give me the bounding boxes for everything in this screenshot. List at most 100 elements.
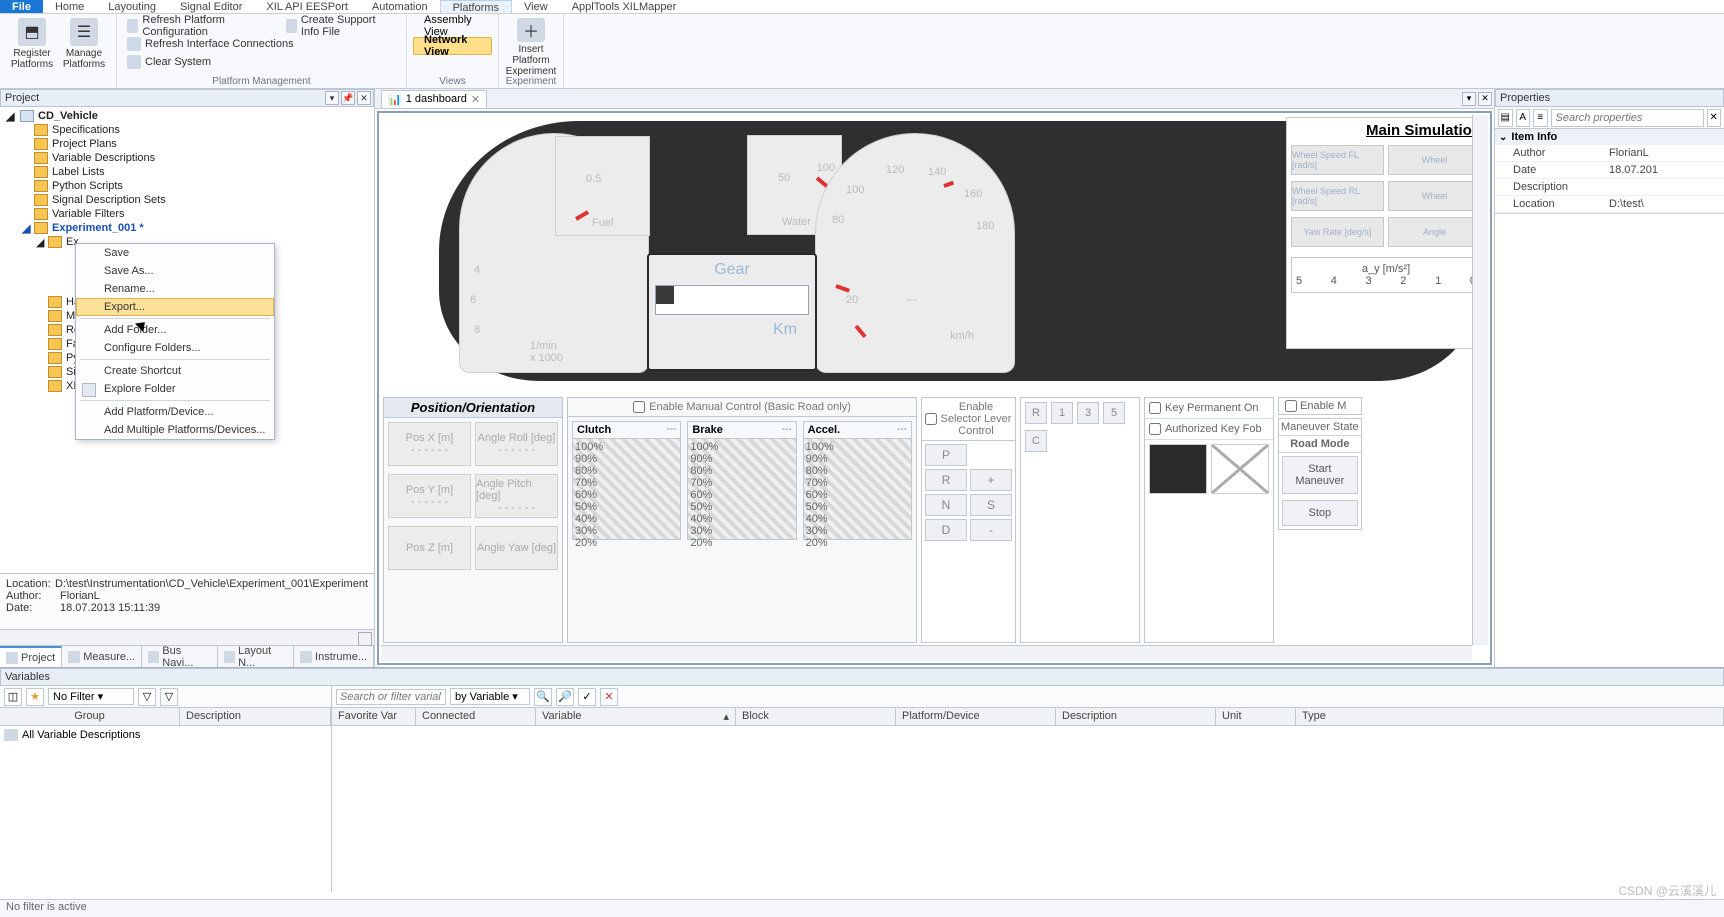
ctx-save[interactable]: Save	[76, 244, 274, 262]
gear-r-button[interactable]: R	[925, 469, 967, 491]
tree-specifications[interactable]: Specifications	[2, 123, 372, 137]
stop-maneuver-button[interactable]: Stop	[1282, 500, 1358, 526]
variables-grid-body[interactable]	[332, 726, 1724, 892]
start-maneuver-button[interactable]: Start Maneuver	[1282, 456, 1358, 494]
manage-platforms-button[interactable]: ☰Manage Platforms	[58, 16, 110, 76]
ctx-configure-folders[interactable]: Configure Folders...	[76, 339, 274, 357]
ctx-create-shortcut[interactable]: Create Shortcut	[76, 362, 274, 380]
ctx-export[interactable]: Export...	[76, 298, 274, 316]
var-find2-icon[interactable]: 🔎	[556, 688, 574, 706]
menu-home[interactable]: Home	[43, 0, 96, 13]
var-funnel2-icon[interactable]: ▽	[160, 688, 178, 706]
col-type[interactable]: Type	[1296, 708, 1724, 725]
refresh-interface-button[interactable]: Refresh Interface Connections	[123, 36, 400, 52]
tab-measure[interactable]: Measure...	[62, 646, 142, 667]
tab-dashboard[interactable]: 📊1 dashboard✕	[381, 90, 487, 108]
var-search-input[interactable]	[336, 689, 446, 705]
var-tree-icon[interactable]: ◫	[4, 688, 22, 706]
col-fav[interactable]: Favorite Var	[332, 708, 416, 725]
tab-layout[interactable]: Layout N...	[218, 646, 294, 667]
col-desc[interactable]: Description	[180, 708, 331, 725]
enable-selector-checkbox[interactable]	[925, 413, 937, 425]
register-platforms-button[interactable]: ⬒Register Platforms	[6, 16, 58, 76]
doctab-dropdown-icon[interactable]: ▾	[1462, 92, 1476, 106]
gear-r2-button[interactable]: R	[1025, 402, 1047, 424]
prop-expand-icon[interactable]: ≡	[1533, 109, 1548, 127]
project-hscroll[interactable]	[0, 629, 374, 645]
tree-python-scripts[interactable]: Python Scripts	[2, 179, 372, 193]
brake-pedal[interactable]: Brake---100%90%80%70%60%50%40%30%20%	[687, 421, 796, 540]
gear-minus-button[interactable]: -	[970, 519, 1012, 541]
menu-layouting[interactable]: Layouting	[96, 0, 168, 13]
col-block[interactable]: Block	[736, 708, 896, 725]
ctx-rename[interactable]: Rename...	[76, 280, 274, 298]
col-unit[interactable]: Unit	[1216, 708, 1296, 725]
dashboard-viewport[interactable]: 0.5 Fuel 4 6 8 1/min x 1000 100 50 Water	[375, 109, 1494, 667]
gear-s-button[interactable]: S	[970, 494, 1012, 516]
filter-dropdown[interactable]: No Filter ▾	[48, 688, 134, 705]
prop-clear-icon[interactable]: ✕	[1707, 109, 1722, 127]
gear-1-button[interactable]: 1	[1051, 402, 1073, 424]
menu-platforms[interactable]: Platforms	[440, 0, 512, 13]
tree-root[interactable]: ◢CD_Vehicle	[2, 109, 372, 123]
col-description[interactable]: Description	[1056, 708, 1216, 725]
ctx-add-platform[interactable]: Add Platform/Device...	[76, 403, 274, 421]
ctx-add-folder[interactable]: Add Folder...	[76, 321, 274, 339]
panel-pin-icon[interactable]: 📌	[341, 91, 355, 105]
network-view-button[interactable]: Network View	[413, 37, 492, 55]
gear-p-button[interactable]: P	[925, 444, 967, 466]
enable-manual-checkbox[interactable]	[633, 401, 645, 413]
gear-5-button[interactable]: 5	[1103, 402, 1125, 424]
var-clear-icon[interactable]: ✕	[600, 688, 618, 706]
col-connected[interactable]: Connected	[416, 708, 536, 725]
prop-sort-icon[interactable]: A	[1516, 109, 1531, 127]
menu-automation[interactable]: Automation	[360, 0, 440, 13]
menu-appltools[interactable]: ApplTools XILMapper	[560, 0, 689, 13]
col-platform[interactable]: Platform/Device	[896, 708, 1056, 725]
ctx-add-multi-platform[interactable]: Add Multiple Platforms/Devices...	[76, 421, 274, 439]
close-tab-icon[interactable]: ✕	[471, 93, 480, 106]
ctx-save-as[interactable]: Save As...	[76, 262, 274, 280]
menu-view[interactable]: View	[512, 0, 560, 13]
col-group[interactable]: Group	[0, 708, 180, 725]
menu-signal-editor[interactable]: Signal Editor	[168, 0, 254, 13]
create-support-info-button[interactable]: Create Support Info File	[282, 18, 400, 34]
tab-instrument[interactable]: Instrume...	[294, 646, 374, 667]
tab-bus-navi[interactable]: Bus Navi...	[142, 646, 218, 667]
gear-n-button[interactable]: N	[925, 494, 967, 516]
col-variable[interactable]: Variable ▴	[536, 708, 736, 725]
assembly-view-button[interactable]: Assembly View	[413, 17, 492, 35]
menu-file[interactable]: File	[0, 0, 43, 13]
menu-xil-eesport[interactable]: XIL API EESPort	[254, 0, 360, 13]
properties-search-input[interactable]	[1551, 109, 1704, 127]
auth-key-checkbox[interactable]	[1149, 423, 1161, 435]
insert-platform-exp-button[interactable]: ＋Insert Platform Experiment	[505, 16, 557, 76]
panel-close-icon[interactable]: ✕	[357, 91, 371, 105]
dashboard-hscroll[interactable]	[381, 645, 1472, 661]
refresh-platform-config-button[interactable]: Refresh Platform Configuration	[123, 18, 270, 34]
tree-variable-filters[interactable]: Variable Filters	[2, 207, 372, 221]
doctab-close-icon[interactable]: ✕	[1478, 92, 1492, 106]
tree-signal-desc-sets[interactable]: Signal Description Sets	[2, 193, 372, 207]
var-check-icon[interactable]: ✓	[578, 688, 596, 706]
enable-m-checkbox[interactable]	[1285, 400, 1297, 412]
tree-label-lists[interactable]: Label Lists	[2, 165, 372, 179]
gear-3-button[interactable]: 3	[1077, 402, 1099, 424]
gear-plus-button[interactable]: +	[970, 469, 1012, 491]
clutch-pedal[interactable]: Clutch---100%90%80%70%60%50%40%30%20%	[572, 421, 681, 540]
tree-variable-desc[interactable]: Variable Descriptions	[2, 151, 372, 165]
prop-cat-icon[interactable]: ▤	[1498, 109, 1513, 127]
var-all-descriptions[interactable]: All Variable Descriptions	[4, 728, 327, 742]
var-star-icon[interactable]: ★	[26, 688, 44, 706]
accel-pedal[interactable]: Accel.---100%90%80%70%60%50%40%30%20%	[803, 421, 912, 540]
tree-project-plans[interactable]: Project Plans	[2, 137, 372, 151]
clear-system-button[interactable]: Clear System	[123, 54, 400, 70]
var-funnel-icon[interactable]: ▽	[138, 688, 156, 706]
panel-dropdown-icon[interactable]: ▾	[325, 91, 339, 105]
prop-group-item-info[interactable]: Item Info AuthorFlorianL Date18.07.201 D…	[1495, 129, 1724, 214]
dashboard-vscroll[interactable]	[1472, 115, 1488, 645]
gear-c-button[interactable]: C	[1025, 430, 1047, 452]
gear-d-button[interactable]: D	[925, 519, 967, 541]
tab-project[interactable]: Project	[0, 646, 62, 667]
tree-experiments[interactable]: ◢Experiment_001 *	[2, 221, 372, 235]
